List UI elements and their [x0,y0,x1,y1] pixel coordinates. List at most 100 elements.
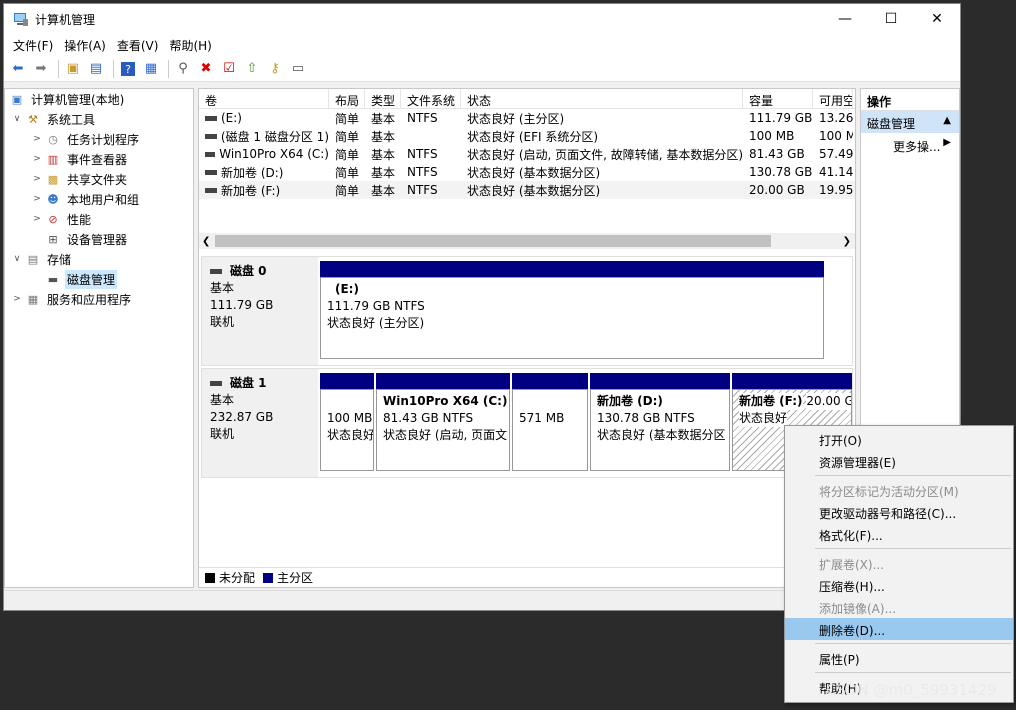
table-row[interactable]: (E:) 简单 基本 NTFS 状态良好 (主分区) 111.79 GB 13.26 [199,109,855,127]
col-header-free[interactable]: 可用空 [813,89,853,108]
volume-list-header: 卷 布局 类型 文件系统 状态 容量 可用空 [199,89,855,109]
col-header-capacity[interactable]: 容量 [743,89,813,108]
help-icon[interactable]: ? [118,59,138,79]
menu-item-change-drive-letter[interactable]: 更改驱动器号和路径(C)... [785,501,1013,523]
menu-item-delete-volume[interactable]: 删除卷(D)... [785,618,1013,640]
menu-help[interactable]: 帮助(H) [169,37,211,54]
actions-header: 操作 [861,89,959,111]
scrollbar-thumb[interactable] [215,235,771,247]
menu-item-format[interactable]: 格式化(F)... [785,523,1013,545]
menu-item-add-mirror: 添加镜像(A)... [819,602,897,616]
tree-item-disk-management[interactable]: ▬ 磁盘管理 [5,269,193,289]
disk-1-info[interactable]: 磁盘 1 基本 232.87 GB 联机 [202,369,318,477]
menu-bar: 文件(F) 操作(A) 查看(V) 帮助(H) [4,34,960,56]
check-icon[interactable]: ☑ [219,59,239,79]
menu-item-shrink-volume[interactable]: 压缩卷(H)... [785,574,1013,596]
menu-separator [815,548,1011,549]
partition-e[interactable]: (E:) 111.79 GB NTFS 状态良好 (主分区) [320,277,824,359]
table-row[interactable]: Win10Pro X64 (C:) 简单 基本 NTFS 状态良好 (启动, 页面文件… [199,145,855,163]
actions-more[interactable]: 更多操... ▶ [861,133,959,157]
col-header-status[interactable]: 状态 [461,89,743,108]
disk-graphical-view: 磁盘 0 基本 111.79 GB 联机 (E:) 111.79 GB NTFS… [199,256,855,565]
show-hide-tree-icon[interactable]: ▤ [86,59,106,79]
menu-action[interactable]: 操作(A) [64,37,106,54]
col-header-layout[interactable]: 布局 [329,89,365,108]
chevron-right-icon[interactable]: > [31,154,43,164]
watermark: CSDN @m0_59931429 [826,681,997,699]
chevron-right-icon[interactable]: > [31,194,43,204]
menu-item-explorer[interactable]: 资源管理器(E) [785,450,1013,472]
partition-msr[interactable]: 571 MB [512,389,588,471]
unallocated-swatch [205,572,215,583]
computer-management-icon [14,13,28,26]
tree-item-computer-management[interactable]: ▣ 计算机管理(本地) [5,89,193,109]
disk-management-pane: 卷 布局 类型 文件系统 状态 容量 可用空 (E:) 简单 基本 NTFS 状态良好… [198,88,856,588]
navigation-tree: ▣ 计算机管理(本地) ∨ ⚒ 系统工具 > ◷ 任务计划程序 > ▥ 事件查看… [4,88,194,588]
context-menu: 打开(O) 资源管理器(E) 将分区标记为活动分区(M) 更改驱动器号和路径(C… [784,425,1014,703]
disk-icon [210,269,222,274]
scroll-left-icon[interactable]: ❮ [202,236,210,247]
partition-efi[interactable]: 100 MB 状态良好 [320,389,374,471]
shared-folder-icon: ▩ [47,172,59,186]
maximize-button[interactable]: ☐ [868,4,914,34]
up-folder-icon[interactable]: ▣ [63,59,83,79]
table-row[interactable]: 新加卷 (D:) 简单 基本 NTFS 状态良好 (基本数据分区) 130.78 GB 4… [199,163,855,181]
tree-item-shared-folders[interactable]: > ▩ 共享文件夹 [5,169,193,189]
forward-arrow-icon[interactable]: ➡ [31,59,51,79]
legend-primary: 主分区 [277,571,314,585]
tree-item-local-users[interactable]: > ☻ 本地用户和组 [5,189,193,209]
tree-item-performance[interactable]: > ⊘ 性能 [5,209,193,229]
disk-0-info[interactable]: 磁盘 0 基本 111.79 GB 联机 [202,257,318,365]
col-header-type[interactable]: 类型 [365,89,401,108]
menu-separator [815,475,1011,476]
horizontal-scrollbar[interactable]: ❮ ❯ [199,233,855,249]
table-row[interactable]: 新加卷 (F:) 简单 基本 NTFS 状态良好 (基本数据分区) 20.00 GB 19… [199,181,855,199]
legend-unallocated: 未分配 [219,571,256,585]
menu-item-open[interactable]: 打开(O) [785,428,1013,450]
partition-d[interactable]: 新加卷 (D:) 130.78 GB NTFS 状态良好 (基本数据分区 [590,389,730,471]
chevron-right-icon[interactable]: > [31,214,43,224]
legend: 未分配 主分区 [199,567,855,587]
menu-item-properties[interactable]: 属性(P) [785,647,1013,669]
menu-separator [815,672,1011,673]
drive-icon [205,187,217,193]
window-title: 计算机管理 [35,12,96,27]
back-arrow-icon[interactable]: ⬅ [8,59,28,79]
menu-view[interactable]: 查看(V) [117,37,159,54]
table-row[interactable]: (磁盘 1 磁盘分区 1) 简单 基本 状态良好 (EFI 系统分区) 100 MB 1… [199,127,855,145]
chevron-right-icon[interactable]: > [31,134,43,144]
console-icon[interactable]: ▭ [288,59,308,79]
tree-item-task-scheduler[interactable]: > ◷ 任务计划程序 [5,129,193,149]
properties-icon[interactable]: ▦ [141,59,161,79]
connect-icon[interactable]: ⚲ [173,59,193,79]
actions-disk-management[interactable]: 磁盘管理 ▲ [861,111,959,133]
tree-item-services-apps[interactable]: > ▦ 服务和应用程序 [5,289,193,309]
partition-c[interactable]: Win10Pro X64 (C:) 81.43 GB NTFS 状态良好 (启动… [376,389,510,471]
volume-list: 卷 布局 类型 文件系统 状态 容量 可用空 (E:) 简单 基本 NTFS 状态良好… [199,89,855,253]
chevron-right-icon[interactable]: > [11,294,23,304]
close-button[interactable]: ✕ [914,4,960,34]
delete-icon[interactable]: ✖ [196,59,216,79]
title-bar[interactable]: 计算机管理 — ☐ ✕ [4,4,960,34]
col-header-volume[interactable]: 卷 [199,89,329,108]
menu-file[interactable]: 文件(F) [13,37,53,54]
disk-1-row: 磁盘 1 基本 232.87 GB 联机 100 MB 状态良好 Win10Pr… [201,368,853,478]
tree-item-device-manager[interactable]: ⊞ 设备管理器 [5,229,193,249]
search-icon[interactable]: ⚷ [265,59,285,79]
tools-icon: ⚒ [28,112,38,126]
collapse-up-icon[interactable]: ▲ [943,115,951,126]
performance-icon: ⊘ [48,212,58,226]
chevron-down-icon[interactable]: ∨ [11,114,23,124]
users-icon: ☻ [47,192,59,206]
col-header-filesystem[interactable]: 文件系统 [401,89,461,108]
upload-icon[interactable]: ⇧ [242,59,262,79]
tree-item-system-tools[interactable]: ∨ ⚒ 系统工具 [5,109,193,129]
scroll-right-icon[interactable]: ❯ [843,236,851,247]
tree-item-storage[interactable]: ∨ ▤ 存储 [5,249,193,269]
minimize-button[interactable]: — [822,4,868,34]
chevron-right-icon[interactable]: > [31,174,43,184]
drive-icon [205,169,217,175]
tree-item-event-viewer[interactable]: > ▥ 事件查看器 [5,149,193,169]
menu-item-extend-volume: 扩展卷(X)... [819,558,885,572]
chevron-down-icon[interactable]: ∨ [11,254,23,264]
